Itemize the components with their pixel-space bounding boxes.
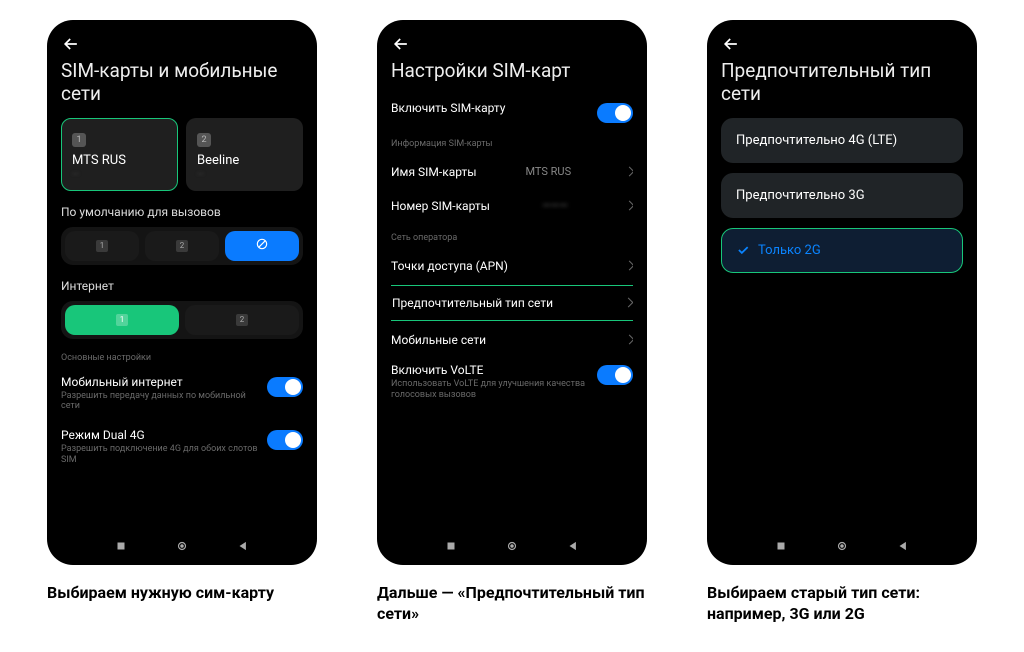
phone-screen-1: SIM-карты и мобильные сети 1 MTS RUS — 2… xyxy=(47,20,317,565)
android-navbar xyxy=(391,531,633,557)
enable-sim-row[interactable]: Включить SIM-карту xyxy=(391,95,633,133)
nav-back-icon[interactable] xyxy=(566,539,580,553)
internet-selector: 1 2 xyxy=(61,301,303,339)
sim-subtext: — xyxy=(197,170,292,180)
network-option-3g[interactable]: Предпочтительно 3G xyxy=(721,173,963,218)
sim-name: MTS RUS xyxy=(72,153,167,168)
row-label: Номер SIM-карты xyxy=(391,199,490,213)
row-label: Мобильные сети xyxy=(391,333,486,347)
setting-title: Включить SIM-карту xyxy=(391,101,589,115)
sim-card-1[interactable]: 1 MTS RUS — xyxy=(61,118,178,191)
row-value: MTS RUS xyxy=(525,165,571,178)
row-label: Имя SIM-карты xyxy=(391,165,477,179)
toggle-switch[interactable] xyxy=(597,365,633,385)
default-calls-label: По умолчанию для вызовов xyxy=(61,205,303,219)
nav-home-icon[interactable] xyxy=(835,539,849,553)
page-title: Настройки SIM-карт xyxy=(391,60,633,83)
setting-title: Включить VoLTE xyxy=(391,363,589,377)
setting-title: Мобильный интернет xyxy=(61,375,259,389)
option-label: Предпочтительно 4G (LTE) xyxy=(736,133,897,148)
toggle-switch[interactable] xyxy=(267,430,303,450)
row-value: ——— xyxy=(542,199,568,212)
nav-recents-icon[interactable] xyxy=(114,539,128,553)
calls-option-sim1[interactable]: 1 xyxy=(65,231,139,261)
setting-desc: Разрешить подключение 4G для обоих слото… xyxy=(61,444,259,466)
setting-desc: Разрешить передачу данных по мобильной с… xyxy=(61,391,259,413)
nav-back-icon[interactable] xyxy=(896,539,910,553)
nav-recents-icon[interactable] xyxy=(444,539,458,553)
caption: Выбираем нужную сим-карту xyxy=(47,583,274,604)
dual-4g-row[interactable]: Режим Dual 4G Разрешить подключение 4G д… xyxy=(61,422,303,476)
back-icon[interactable] xyxy=(391,34,411,54)
caption: Выбираем старый тип сети: например, 3G и… xyxy=(707,583,977,625)
settings-subheader: Основные настройки xyxy=(61,353,303,363)
sim-name-row[interactable]: Имя SIM-карты MTS RUS xyxy=(391,155,633,189)
sim-name: Beeline xyxy=(197,153,292,168)
mobile-internet-row[interactable]: Мобильный интернет Разрешить передачу да… xyxy=(61,369,303,423)
row-label: Предпочтительный тип сети xyxy=(392,296,553,310)
caption: Дальше — «Предпочтительный тип сети» xyxy=(377,583,647,625)
phone-screen-2: Настройки SIM-карт Включить SIM-карту Ин… xyxy=(377,20,647,565)
option-label: Только 2G xyxy=(758,243,821,258)
network-option-4g[interactable]: Предпочтительно 4G (LTE) xyxy=(721,118,963,163)
calls-option-ask[interactable] xyxy=(225,231,299,261)
internet-label: Интернет xyxy=(61,279,303,293)
android-navbar xyxy=(721,531,963,557)
nav-recents-icon[interactable] xyxy=(774,539,788,553)
android-navbar xyxy=(61,531,303,557)
mobile-networks-row[interactable]: Мобильные сети xyxy=(391,323,633,357)
toggle-switch[interactable] xyxy=(597,103,633,123)
sim-badge-icon: 1 xyxy=(72,133,86,147)
page-title: Предпочтительный тип сети xyxy=(721,60,963,106)
preferred-network-type-row[interactable]: Предпочтительный тип сети xyxy=(391,285,633,321)
sim-card-2[interactable]: 2 Beeline — xyxy=(186,118,303,191)
row-label: Точки доступа (APN) xyxy=(391,259,508,273)
setting-title: Режим Dual 4G xyxy=(61,428,259,442)
internet-option-sim1[interactable]: 1 xyxy=(65,305,179,335)
back-icon[interactable] xyxy=(61,34,81,54)
sim-number-row[interactable]: Номер SIM-карты ——— xyxy=(391,189,633,223)
nav-home-icon[interactable] xyxy=(505,539,519,553)
page-title: SIM-карты и мобильные сети xyxy=(61,60,303,106)
check-icon xyxy=(736,243,750,257)
nav-back-icon[interactable] xyxy=(236,539,250,553)
ask-icon xyxy=(255,237,269,254)
internet-option-sim2[interactable]: 2 xyxy=(185,305,299,335)
back-icon[interactable] xyxy=(721,34,741,54)
default-calls-selector: 1 2 xyxy=(61,227,303,265)
toggle-switch[interactable] xyxy=(267,377,303,397)
apn-row[interactable]: Точки доступа (APN) xyxy=(391,249,633,283)
network-option-2g[interactable]: Только 2G xyxy=(721,228,963,273)
info-subheader: Информация SIM-карты xyxy=(391,139,633,149)
operator-subheader: Сеть оператора xyxy=(391,233,633,243)
volte-row[interactable]: Включить VoLTE Использовать VoLTE для ул… xyxy=(391,357,633,411)
calls-option-sim2[interactable]: 2 xyxy=(145,231,219,261)
setting-desc: Использовать VoLTE для улучшения качеств… xyxy=(391,379,589,401)
nav-home-icon[interactable] xyxy=(175,539,189,553)
option-label: Предпочтительно 3G xyxy=(736,188,865,203)
sim-badge-icon: 2 xyxy=(197,133,211,147)
sim-subtext: — xyxy=(72,170,167,180)
phone-screen-3: Предпочтительный тип сети Предпочтительн… xyxy=(707,20,977,565)
